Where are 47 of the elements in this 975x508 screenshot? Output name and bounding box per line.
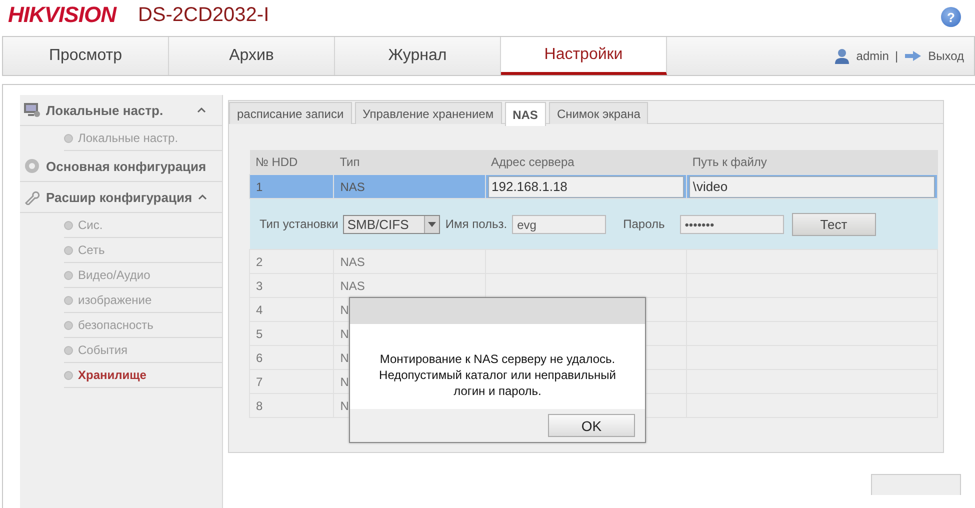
table-cell: 7 xyxy=(250,370,334,394)
sidebar-group[interactable]: Основная конфигурация xyxy=(46,158,206,174)
table-cell: 3 xyxy=(250,274,334,298)
sub-tab[interactable]: Управление хранением xyxy=(354,102,502,124)
table-cell: 4 xyxy=(250,298,334,322)
sub-tab[interactable]: Снимок экрана xyxy=(548,102,648,124)
wrench-icon xyxy=(24,189,40,205)
logout-link[interactable]: Выход xyxy=(928,49,964,63)
nav-tab[interactable]: Архив xyxy=(169,37,335,75)
sidebar-group[interactable]: Расшир конфигурация xyxy=(46,190,192,204)
column-header: Путь к файлу xyxy=(686,150,938,174)
sidebar-item[interactable]: Хранилище xyxy=(64,363,222,388)
blank-button[interactable] xyxy=(871,474,961,495)
field-label: Тип установки xyxy=(260,217,338,231)
sub-tab[interactable]: расписание записи xyxy=(229,102,352,124)
table-cell: NAS xyxy=(334,174,485,198)
brand-logo: HIKVISION xyxy=(8,2,116,28)
password-field[interactable]: ••••••• xyxy=(680,214,784,234)
monitor-icon xyxy=(24,103,40,117)
ok-button[interactable]: OK xyxy=(548,414,635,437)
field-label: Имя польз. xyxy=(445,217,508,231)
dropdown-arrow-icon xyxy=(428,222,436,226)
separator: | xyxy=(894,49,898,63)
sidebar-group[interactable]: Локальные настр. xyxy=(46,102,164,118)
table-cell: NAS xyxy=(334,250,485,274)
device-model: DS-2CD2032-I xyxy=(138,4,270,26)
sub-tab[interactable]: NAS xyxy=(504,102,546,126)
nav-tab[interactable]: Просмотр xyxy=(3,37,169,75)
input-field[interactable]: \video xyxy=(688,176,935,198)
username-link[interactable]: admin xyxy=(856,49,889,63)
user-icon xyxy=(834,48,850,64)
table-cell: 8 xyxy=(250,394,334,418)
mount-type-select[interactable]: SMB/CIFS xyxy=(343,214,440,234)
column-header: Тип xyxy=(334,150,485,174)
column-header: Адрес сервера xyxy=(485,150,686,174)
input-field[interactable]: 192.168.1.18 xyxy=(488,176,684,198)
column-header: № HDD xyxy=(250,150,334,174)
test-button[interactable]: Тест xyxy=(792,212,876,236)
table-cell: 2 xyxy=(250,250,334,274)
gear-icon xyxy=(24,158,40,174)
field-label: Пароль xyxy=(623,217,665,231)
nav-tab[interactable]: Настройки xyxy=(501,37,667,75)
table-cell: 1 xyxy=(250,174,334,198)
input-field[interactable]: evg xyxy=(512,214,606,234)
table-cell: 5 xyxy=(250,322,334,346)
arrow-icon xyxy=(904,50,922,62)
table-cell: 6 xyxy=(250,346,334,370)
